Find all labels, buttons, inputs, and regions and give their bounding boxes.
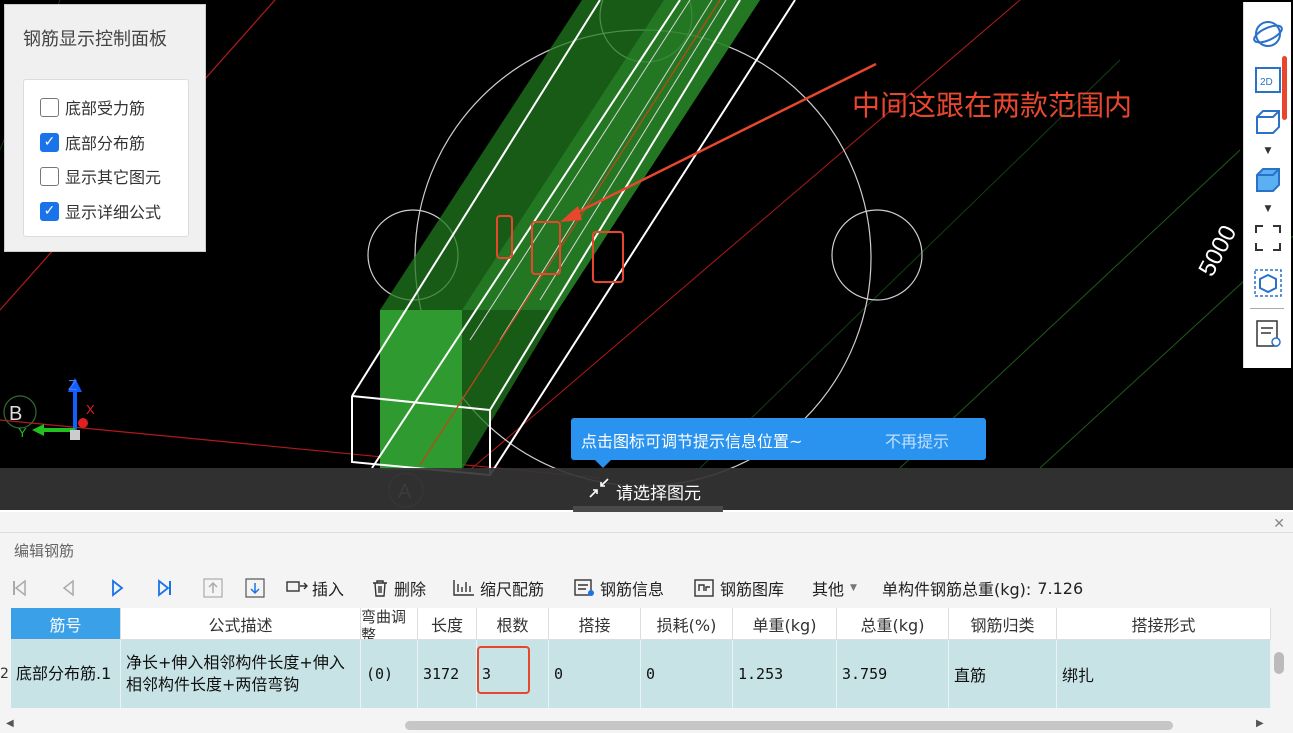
column-header[interactable]: 公式描述: [121, 608, 361, 640]
view-3d-box-icon[interactable]: [1252, 106, 1284, 138]
move-up-icon[interactable]: [202, 576, 228, 600]
delete-label: 删除: [394, 580, 427, 599]
chevron-down-icon: ▼: [850, 583, 857, 593]
insert-label: 插入: [312, 580, 345, 599]
scroll-thumb[interactable]: [405, 721, 1173, 730]
axis-y-label: Y: [18, 425, 27, 440]
column-header[interactable]: 搭接形式: [1057, 608, 1271, 640]
column-header[interactable]: 总重(kg): [837, 608, 949, 640]
fullscreen-icon[interactable]: [1252, 222, 1284, 254]
column-header[interactable]: 长度: [418, 608, 477, 640]
scale-rebar-button[interactable]: 缩尺配筋: [452, 576, 544, 600]
option-label: 显示其它图元: [65, 168, 162, 187]
axis-z-label: Z: [68, 377, 77, 394]
first-row-icon[interactable]: [10, 576, 32, 600]
next-row-icon[interactable]: [108, 576, 130, 600]
toolbar-divider: [1250, 308, 1284, 309]
checkbox-checked-icon[interactable]: ✓: [40, 132, 59, 152]
cell-rebar-name[interactable]: 底部分布筋.1: [11, 640, 121, 708]
delete-button[interactable]: 删除: [370, 576, 426, 600]
move-down-icon[interactable]: [244, 576, 270, 600]
svg-text:2D: 2D: [1260, 77, 1273, 88]
cell-formula[interactable]: 净长+伸入相邻构件长度+伸入相邻构件长度+两倍弯钩: [121, 640, 361, 708]
solid-box-icon[interactable]: [1252, 164, 1284, 196]
properties-icon[interactable]: [1252, 318, 1284, 350]
vertical-scrollbar[interactable]: [1274, 652, 1284, 674]
view-toolbar: 2D ▼ ▼: [1243, 2, 1291, 368]
cell-total-weight[interactable]: 3.759: [837, 640, 949, 708]
row-number: 2: [0, 640, 11, 708]
rebar-info-label: 钢筋信息: [600, 580, 665, 599]
chevron-down-icon[interactable]: ▼: [1261, 204, 1275, 214]
close-icon[interactable]: ✕: [1273, 516, 1285, 532]
checkbox-unchecked-icon[interactable]: [40, 97, 59, 117]
chevron-down-icon[interactable]: ▼: [1261, 146, 1275, 156]
cell-lap-type[interactable]: 绑扎: [1057, 640, 1271, 708]
insert-button[interactable]: 插入: [286, 576, 344, 600]
total-weight: 单构件钢筋总重(kg): 7.126: [882, 576, 1083, 600]
dismiss-tip-link[interactable]: 不再提示: [885, 428, 949, 452]
horizontal-scrollbar[interactable]: ◀ ▶: [0, 717, 1293, 733]
prev-row-icon[interactable]: [60, 576, 82, 600]
rebar-info-button[interactable]: 钢筋信息: [574, 576, 664, 600]
option-bottom-distribution-rebar[interactable]: ✓ 底部分布筋: [40, 131, 145, 153]
scroll-left-icon[interactable]: ◀: [6, 718, 14, 729]
option-label: 显示详细公式: [65, 203, 162, 222]
option-label: 底部分布筋: [65, 134, 146, 153]
column-header[interactable]: 损耗(%): [641, 608, 733, 640]
checkbox-unchecked-icon[interactable]: [40, 166, 59, 186]
grid-axis-b-label: B: [9, 403, 22, 425]
option-label: 底部受力筋: [65, 99, 146, 118]
column-header[interactable]: 搭接: [549, 608, 641, 640]
edit-rebar-panel: ✕ 编辑钢筋 插入 删除 缩尺配筋 钢筋信息 钢筋图库 其他 ▼ 单构件钢筋总重…: [0, 512, 1293, 733]
shrink-icon[interactable]: [588, 477, 610, 499]
dimension-label: 5000: [1193, 221, 1242, 281]
tip-text: 点击图标可调节提示信息位置~: [581, 432, 803, 451]
option-bottom-main-rebar[interactable]: 底部受力筋: [40, 96, 145, 118]
control-panel-options: 底部受力筋 ✓ 底部分布筋 显示其它图元 ✓ 显示详细公式: [23, 79, 189, 237]
view-2d-icon[interactable]: 2D: [1252, 64, 1284, 96]
status-text: 请选择图元: [616, 484, 701, 504]
last-row-icon[interactable]: [156, 576, 178, 600]
cell-category[interactable]: 直筋: [949, 640, 1057, 708]
column-header[interactable]: 钢筋归类: [949, 608, 1057, 640]
other-label: 其他: [812, 580, 845, 599]
checkbox-checked-icon[interactable]: ✓: [40, 201, 59, 221]
rebar-display-control-panel: 钢筋显示控制面板 底部受力筋 ✓ 底部分布筋 显示其它图元 ✓ 显示详细公式: [4, 4, 206, 252]
status-bar: 请选择图元: [0, 468, 1293, 510]
rebar-table: 筋号 公式描述 弯曲调整 长度 根数 搭接 损耗(%) 单重(kg) 总重(kg…: [11, 608, 1271, 708]
control-panel-title: 钢筋显示控制面板: [23, 29, 167, 50]
column-header[interactable]: 弯曲调整: [361, 608, 418, 640]
option-show-detailed-formula[interactable]: ✓ 显示详细公式: [40, 200, 161, 222]
highlight-box: [477, 646, 530, 694]
rebar-library-button[interactable]: 钢筋图库: [694, 576, 784, 600]
annotation-text: 中间这跟在两款范围内: [852, 89, 1133, 122]
column-header[interactable]: 根数: [477, 608, 549, 640]
axis-x-label: X: [86, 402, 95, 417]
cell-bend[interactable]: (0): [361, 640, 418, 708]
total-weight-value: 7.126: [1037, 578, 1084, 598]
orbit-icon[interactable]: [1252, 18, 1284, 50]
cell-length[interactable]: 3172: [418, 640, 477, 708]
panel-title: 编辑钢筋: [14, 542, 75, 560]
scale-rebar-label: 缩尺配筋: [480, 580, 545, 599]
3d-viewport[interactable]: Z X Y B A 5000 钢筋显示控制面板 底部受力筋 ✓ 底部分布筋 显示…: [0, 0, 1293, 510]
option-show-other-elements[interactable]: 显示其它图元: [40, 165, 161, 187]
column-header[interactable]: 筋号: [11, 608, 121, 640]
other-menu[interactable]: 其他 ▼: [812, 576, 857, 600]
toolbar-scrollbar[interactable]: [1282, 56, 1287, 120]
tip-bubble[interactable]: 点击图标可调节提示信息位置~ 不再提示: [571, 418, 986, 468]
rebar-library-label: 钢筋图库: [720, 580, 785, 599]
cell-lap[interactable]: 0: [549, 640, 641, 708]
total-weight-label: 单构件钢筋总重(kg):: [882, 580, 1032, 599]
scroll-right-icon[interactable]: ▶: [1256, 718, 1264, 729]
cell-unit-weight[interactable]: 1.253: [733, 640, 837, 708]
rebar-toolbar: 插入 删除 缩尺配筋 钢筋信息 钢筋图库 其他 ▼ 单构件钢筋总重(kg): 7…: [0, 572, 1293, 604]
column-header[interactable]: 单重(kg): [733, 608, 837, 640]
display-box-icon[interactable]: [1252, 267, 1284, 299]
cell-loss[interactable]: 0: [641, 640, 733, 708]
